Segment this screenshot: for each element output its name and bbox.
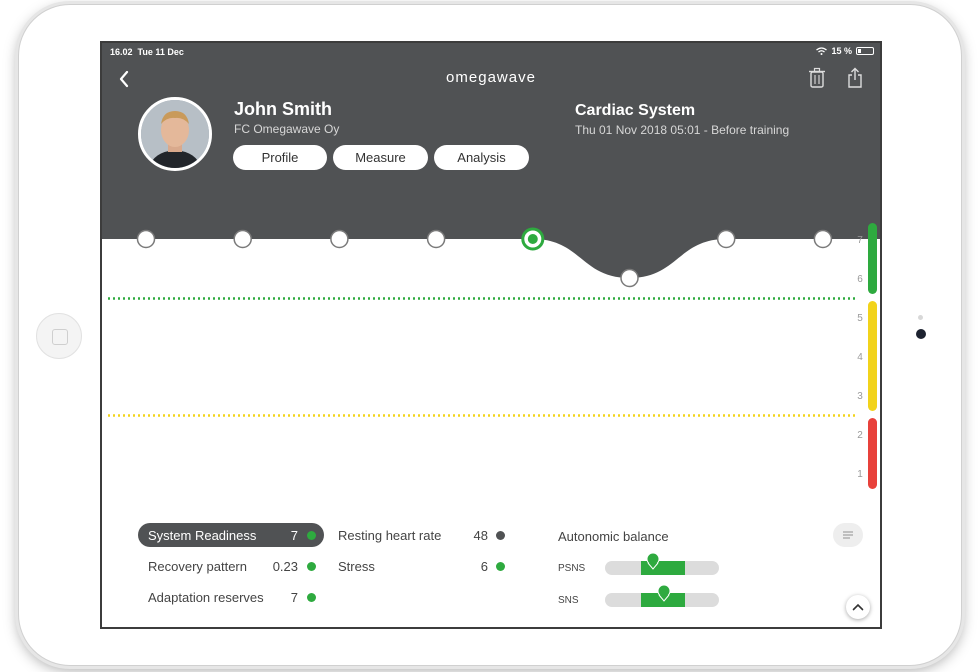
data-point — [330, 229, 349, 249]
metric-system-readiness[interactable]: System Readiness 7 — [138, 523, 324, 547]
y-tick-label: 6 — [857, 274, 863, 285]
metric-value: 0.23 — [272, 558, 298, 574]
metric-label: Adaptation reserves — [148, 589, 264, 605]
tab-analysis[interactable]: Analysis — [434, 145, 529, 170]
metric-recovery-pattern[interactable]: Recovery pattern 0.23 — [138, 554, 324, 578]
status-clock: 16.02 — [110, 47, 133, 57]
athlete-photo — [141, 100, 209, 168]
athlete-team: FC Omegawave Oy — [234, 122, 340, 136]
y-tick-label: 3 — [857, 391, 863, 402]
metric-label: System Readiness — [148, 527, 257, 543]
battery-icon — [856, 47, 874, 55]
status-right: 15 % — [816, 46, 874, 56]
status-date: Tue 11 Dec — [137, 47, 184, 57]
status-time: 16.02 Tue 11 Dec — [110, 47, 184, 57]
sns-gauge — [605, 585, 719, 607]
metric-stress[interactable]: Stress 6 — [328, 554, 512, 578]
menu-button[interactable] — [833, 523, 863, 547]
battery-label: 15 % — [831, 46, 852, 56]
metric-value: 6 — [480, 558, 488, 574]
psns-label: PSNS — [558, 563, 586, 574]
delete-button[interactable] — [808, 67, 826, 89]
avatar — [138, 97, 212, 171]
data-point-selected-core — [527, 234, 538, 244]
camera — [916, 329, 926, 339]
header: 16.02 Tue 11 Dec 15 % omegawave John Smi… — [102, 43, 880, 237]
zone-bar-yellow — [868, 301, 877, 411]
zone-bar-green — [868, 223, 877, 294]
tab-bar: Profile Measure Analysis — [233, 145, 529, 170]
scroll-up-button[interactable] — [846, 595, 870, 619]
measurement-subtitle: Thu 01 Nov 2018 05:01 - Before training — [575, 123, 790, 137]
metrics-panel: System Readiness 7 Recovery pattern 0.23… — [102, 511, 880, 627]
metric-label: Resting heart rate — [338, 527, 442, 543]
tab-profile[interactable]: Profile — [233, 145, 327, 170]
autonomic-balance-title: Autonomic balance — [558, 529, 669, 544]
share-button[interactable] — [846, 67, 864, 89]
data-point — [813, 229, 833, 249]
metric-adaptation-reserves[interactable]: Adaptation reserves 7 — [138, 585, 324, 609]
menu-icon — [843, 531, 853, 539]
share-icon — [848, 67, 862, 88]
sensor — [918, 315, 923, 320]
status-dot — [496, 530, 505, 540]
app-logo: omegawave — [446, 69, 536, 86]
readiness-chart: 7 6 5 4 3 2 1 — [102, 223, 880, 489]
y-tick-label: 4 — [857, 352, 863, 363]
trash-icon — [809, 67, 825, 88]
curve-fill — [102, 223, 880, 278]
athlete-name: John Smith — [234, 99, 332, 119]
metric-value: 48 — [473, 527, 488, 543]
data-point — [620, 268, 639, 288]
tab-measure[interactable]: Measure — [333, 145, 428, 170]
y-tick-label: 7 — [857, 235, 863, 246]
home-button[interactable] — [36, 313, 82, 359]
y-tick-label: 5 — [857, 313, 863, 324]
sns-label: SNS — [558, 595, 579, 606]
y-tick-label: 2 — [857, 430, 863, 441]
metric-resting-heart-rate[interactable]: Resting heart rate 48 — [328, 523, 512, 547]
chevron-up-icon — [852, 603, 864, 611]
wifi-icon — [816, 47, 828, 55]
metric-label: Recovery pattern — [148, 558, 247, 574]
data-point — [426, 229, 446, 249]
psns-gauge — [605, 553, 719, 575]
data-point — [716, 229, 736, 249]
data-point — [136, 229, 156, 249]
y-tick-label: 1 — [857, 469, 863, 480]
system-title: Cardiac System — [575, 102, 696, 119]
status-dot — [307, 530, 316, 540]
psns-marker — [646, 553, 660, 570]
data-point — [233, 229, 252, 249]
metric-label: Stress — [338, 558, 375, 574]
metric-value: 7 — [290, 589, 298, 605]
status-dot — [496, 561, 505, 571]
status-dot — [307, 561, 316, 571]
app-screen: 16.02 Tue 11 Dec 15 % omegawave John Smi… — [100, 41, 882, 629]
status-dot — [307, 592, 316, 602]
zone-bar-red — [868, 418, 877, 489]
sns-marker — [657, 585, 671, 602]
metric-value: 7 — [290, 527, 298, 543]
